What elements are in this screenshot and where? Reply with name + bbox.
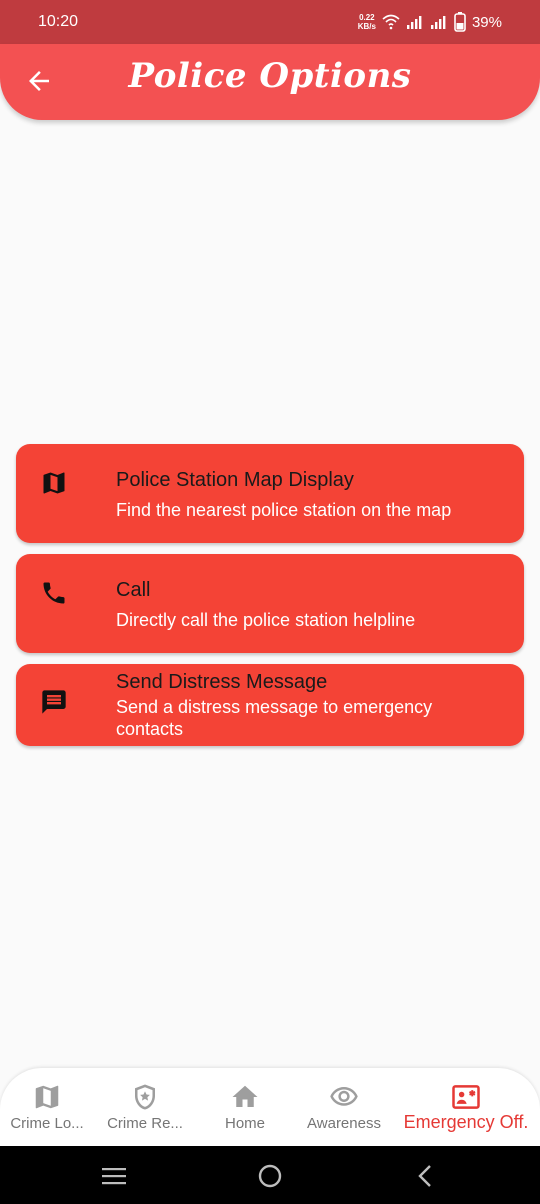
nav-emergency-officer[interactable]: Emergency Off. xyxy=(396,1068,536,1146)
nav-label: Awareness xyxy=(307,1115,381,1132)
home-icon xyxy=(232,1085,258,1107)
status-bar: 10:20 0.22 KB/s 39% xyxy=(0,0,540,44)
status-indicators: 0.22 KB/s 39% xyxy=(358,10,502,34)
option-map-display[interactable]: Police Station Map Display Find the near… xyxy=(16,444,524,543)
bottom-navigation: Crime Lo... Crime Re... Home Awareness E… xyxy=(0,1068,540,1146)
shield-star-icon xyxy=(135,1084,155,1110)
option-call[interactable]: Call Directly call the police station he… xyxy=(16,554,524,653)
option-title: Police Station Map Display xyxy=(116,469,354,491)
eye-icon xyxy=(330,1087,358,1106)
option-subtitle: Find the nearest police station on the m… xyxy=(116,500,452,520)
option-title: Send Distress Message xyxy=(116,671,328,693)
phone-icon xyxy=(43,582,65,604)
option-distress-message[interactable]: Send Distress Message Send a distress me… xyxy=(16,664,524,746)
option-title: Call xyxy=(116,579,151,601)
nav-home[interactable]: Home xyxy=(198,1068,292,1146)
network-speed: 0.22 KB/s xyxy=(358,13,376,31)
home-circle-icon[interactable] xyxy=(256,1162,284,1190)
battery-percentage: 39% xyxy=(471,13,502,31)
nav-crime-location[interactable]: Crime Lo... xyxy=(0,1068,94,1146)
battery-icon xyxy=(454,12,466,32)
signal-icon-sim2 xyxy=(430,16,446,29)
option-subtitle: Send a distress message to emergency con… xyxy=(116,697,433,739)
page-title: Police Options xyxy=(128,56,412,96)
nav-label: Crime Re... xyxy=(107,1115,183,1132)
message-icon xyxy=(42,690,66,714)
system-navigation-bar xyxy=(0,1146,540,1204)
nav-label: Home xyxy=(224,1115,265,1132)
options-list: Police Station Map Display Find the near… xyxy=(16,444,524,757)
signal-icon-sim1 xyxy=(406,16,422,29)
option-subtitle: Directly call the police station helplin… xyxy=(116,610,416,630)
network-speed-unit: KB/s xyxy=(357,22,376,31)
contact-emergency-icon xyxy=(452,1085,480,1109)
nav-label: Crime Lo... xyxy=(10,1115,84,1132)
nav-awareness[interactable]: Awareness xyxy=(298,1068,390,1146)
nav-crime-report[interactable]: Crime Re... xyxy=(98,1068,192,1146)
screen: 10:20 0.22 KB/s 39% Police Options Polic… xyxy=(0,0,540,1204)
status-time: 10:20 xyxy=(38,13,79,30)
nav-label: Emergency Off. xyxy=(403,1112,529,1132)
wifi-icon xyxy=(382,14,400,30)
recent-apps-icon[interactable] xyxy=(100,1165,128,1187)
map-icon xyxy=(35,1085,59,1109)
system-back-icon[interactable] xyxy=(414,1163,436,1189)
network-speed-value: 0.22 xyxy=(359,13,375,22)
map-icon xyxy=(43,472,65,494)
app-bar: Police Options xyxy=(0,44,540,120)
